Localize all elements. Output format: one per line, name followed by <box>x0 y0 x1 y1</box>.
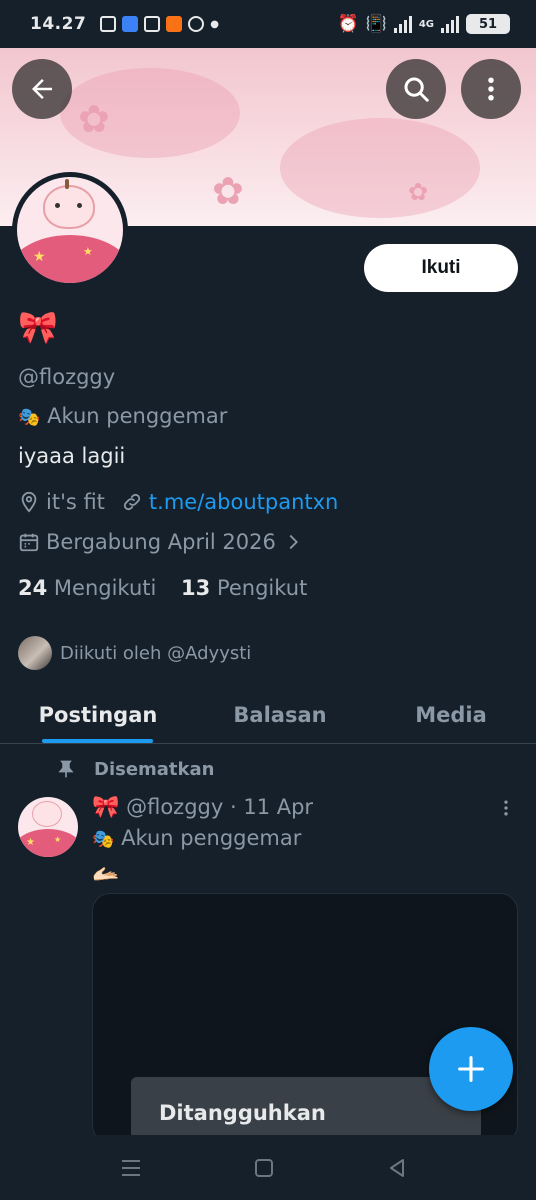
followers-label: Pengikut <box>216 576 308 600</box>
post-more-button[interactable] <box>494 794 518 822</box>
calendar-icon <box>19 533 39 552</box>
mask-icon: 🎭 <box>18 407 41 428</box>
display-name: 🎀 <box>18 308 58 346</box>
menu-icon <box>122 1160 140 1176</box>
battery-indicator: 51 <box>466 14 510 34</box>
post-author-label-text: Akun penggemar <box>121 826 302 850</box>
suspended-notice: Ditangguhkan <box>131 1077 481 1142</box>
more-notifications-dot: ● <box>210 18 220 30</box>
active-tab-indicator <box>42 739 153 743</box>
pinterest-icon <box>188 16 205 32</box>
post-body: 🫴🏻 <box>92 862 120 887</box>
followers-count: 13 <box>181 576 211 600</box>
more-vertical-icon <box>504 800 508 816</box>
followers-stat[interactable]: 13 Pengikut <box>181 576 307 600</box>
followed-by-row[interactable]: Diikuti oleh @Adyysti <box>18 636 251 670</box>
triangle-back-icon <box>390 1159 404 1177</box>
tab-postingan[interactable]: Postingan <box>28 686 168 744</box>
post-author-avatar[interactable]: ★ ★ <box>18 797 78 857</box>
account-label-text: Akun penggemar <box>47 404 228 428</box>
account-label: 🎭 Akun penggemar <box>18 404 227 428</box>
flower-decoration: ✿ <box>78 97 110 141</box>
tab-balasan[interactable]: Balasan <box>200 686 360 744</box>
alarm-icon: ⏰ <box>337 14 359 34</box>
post-separator: · <box>229 795 237 819</box>
system-icons: ⏰ 📳 4G 51 <box>337 14 510 34</box>
profile-website-link[interactable]: t.me/aboutpantxn <box>149 490 338 514</box>
system-navigation-bar <box>0 1135 536 1200</box>
post-author-label: 🎭 Akun penggemar <box>92 826 301 850</box>
square-icon <box>255 1159 273 1177</box>
back-button[interactable] <box>12 59 72 119</box>
instagram-icon <box>100 16 117 32</box>
network-type: 4G <box>418 18 434 30</box>
plus-icon <box>458 1056 484 1082</box>
pinned-label: Disematkan <box>94 758 215 780</box>
signal-icon-2 <box>441 15 459 33</box>
follower-avatar <box>18 636 52 670</box>
joined-date: Bergabung April 2026 <box>46 530 276 554</box>
profile-meta-row: it's fit t.me/aboutpantxn <box>18 490 338 514</box>
pin-icon <box>58 760 74 778</box>
chevron-right-icon <box>289 534 298 550</box>
profile-bio: iyaaa lagii <box>18 444 126 468</box>
app-notification-icon-2 <box>166 16 183 32</box>
tab-media[interactable]: Media <box>380 686 522 744</box>
profile-location: it's fit <box>46 490 105 514</box>
vibrate-icon: 📳 <box>365 14 387 34</box>
shop-icon <box>144 16 161 32</box>
post-date: 11 Apr <box>243 795 314 819</box>
compose-button[interactable] <box>429 1027 513 1111</box>
profile-avatar[interactable]: ★ ★ <box>12 172 128 288</box>
profile-handle: @flozggy <box>18 365 116 389</box>
following-label: Mengikuti <box>53 576 157 600</box>
follow-stats: 24 Mengikuti 13 Pengikut <box>18 576 307 600</box>
more-options-button[interactable] <box>461 59 521 119</box>
flower-decoration: ✿ <box>212 169 244 213</box>
post-author-handle: @flozggy <box>126 795 224 819</box>
location-pin-icon <box>21 491 37 513</box>
status-bar: 14.27 ● ⏰ 📳 4G 51 <box>0 0 536 48</box>
profile-tabs: Postingan Balasan Media <box>0 686 536 744</box>
search-icon <box>404 77 429 102</box>
pinned-indicator: Disematkan <box>56 758 214 780</box>
mask-icon: 🎭 <box>92 829 115 850</box>
post-author-name: 🎀 <box>92 795 120 820</box>
search-button[interactable] <box>386 59 446 119</box>
flower-decoration: ✿ <box>408 178 429 206</box>
joined-date-row[interactable]: Bergabung April 2026 <box>18 530 304 554</box>
more-vertical-icon <box>488 77 494 101</box>
recent-apps-button[interactable] <box>118 1155 144 1181</box>
avatar-image: ★ ★ <box>17 177 123 283</box>
following-stat[interactable]: 24 Mengikuti <box>18 576 163 600</box>
follow-button[interactable]: Ikuti <box>364 244 518 292</box>
home-button[interactable] <box>251 1155 277 1181</box>
following-count: 24 <box>18 576 48 600</box>
post-header[interactable]: 🎀 @flozggy · 11 Apr <box>92 795 313 820</box>
followed-by-text: Diikuti oleh @Adyysti <box>60 642 252 664</box>
link-icon <box>123 493 141 511</box>
back-nav-button[interactable] <box>384 1155 410 1181</box>
signal-icon <box>393 15 412 33</box>
status-time: 14.27 <box>30 14 87 34</box>
arrow-left-icon <box>32 79 52 99</box>
notification-icons: ● <box>100 16 219 32</box>
app-notification-icon <box>122 16 139 32</box>
